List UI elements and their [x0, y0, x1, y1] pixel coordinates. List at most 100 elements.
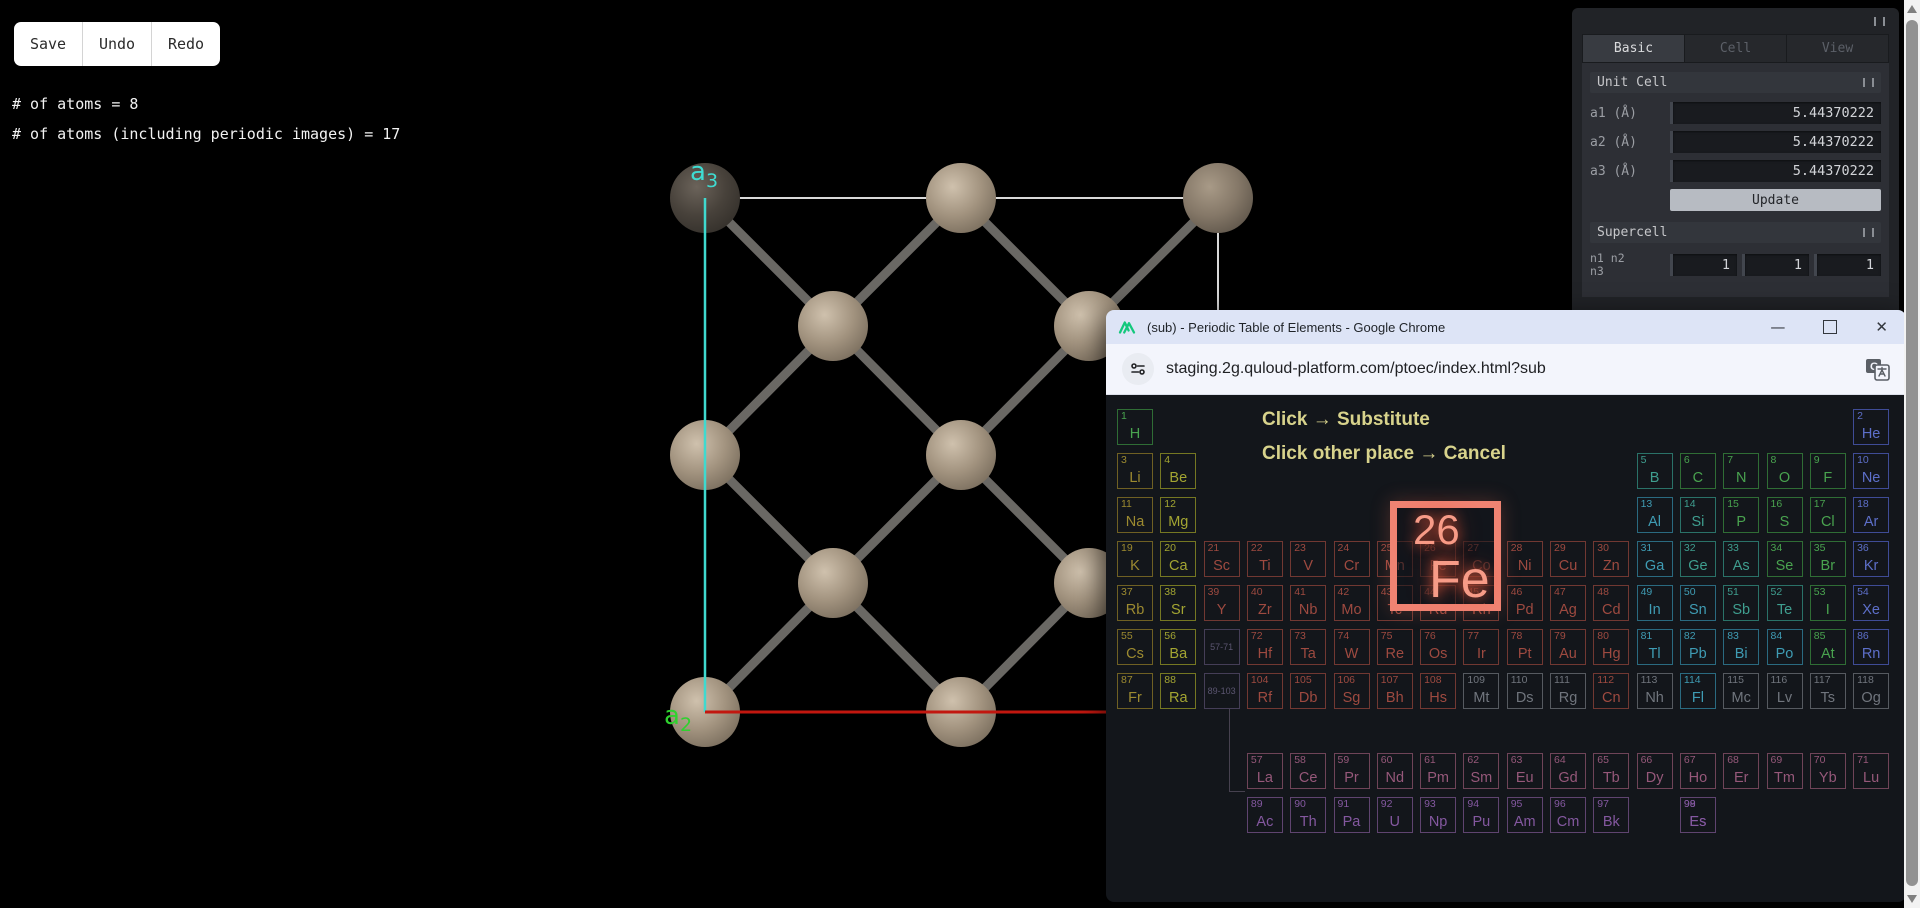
- element-Ac[interactable]: 89Ac: [1247, 797, 1283, 833]
- element-K[interactable]: 19K: [1117, 541, 1153, 577]
- element-Ba[interactable]: 56Ba: [1160, 629, 1196, 665]
- element-Ts[interactable]: 117Ts: [1810, 673, 1846, 709]
- element-Br[interactable]: 35Br: [1810, 541, 1846, 577]
- element-Zn[interactable]: 30Zn: [1593, 541, 1629, 577]
- element-At[interactable]: 85At: [1810, 629, 1846, 665]
- url-text[interactable]: staging.2g.quloud-platform.com/ptoec/ind…: [1166, 360, 1865, 378]
- element-Bh[interactable]: 107Bh: [1377, 673, 1413, 709]
- element-Es[interactable]: 99Es: [1680, 797, 1716, 833]
- element-Ca[interactable]: 20Ca: [1160, 541, 1196, 577]
- element-O[interactable]: 8O: [1767, 453, 1803, 489]
- element-Na[interactable]: 11Na: [1117, 497, 1153, 533]
- a2-input[interactable]: 5.44370222: [1670, 131, 1881, 153]
- atom-1[interactable]: [926, 163, 996, 233]
- page-scrollbar[interactable]: [1904, 0, 1920, 908]
- supercell-collapse-icon[interactable]: [1863, 228, 1874, 237]
- element-He[interactable]: 2He: [1853, 409, 1889, 445]
- element-W[interactable]: 74W: [1334, 629, 1370, 665]
- save-button[interactable]: Save: [14, 22, 82, 66]
- tab-cell[interactable]: Cell: [1685, 35, 1787, 62]
- element-U[interactable]: 92U: [1377, 797, 1413, 833]
- element-Rb[interactable]: 37Rb: [1117, 585, 1153, 621]
- n1-input[interactable]: 1: [1670, 254, 1737, 276]
- selected-element-box[interactable]: 26 Fe: [1390, 501, 1501, 611]
- element-Sm[interactable]: 62Sm: [1463, 753, 1499, 789]
- element-Nh[interactable]: 113Nh: [1637, 673, 1673, 709]
- element-Al[interactable]: 13Al: [1637, 497, 1673, 533]
- element-Ge[interactable]: 32Ge: [1680, 541, 1716, 577]
- element-Pm[interactable]: 61Pm: [1420, 753, 1456, 789]
- n3-input[interactable]: 1: [1814, 254, 1881, 276]
- atom-2[interactable]: [1183, 163, 1253, 233]
- atom-3[interactable]: [798, 291, 868, 361]
- element-Sc[interactable]: 21Sc: [1204, 541, 1240, 577]
- element-Ti[interactable]: 22Ti: [1247, 541, 1283, 577]
- element-Sr[interactable]: 38Sr: [1160, 585, 1196, 621]
- element-In[interactable]: 49In: [1637, 585, 1673, 621]
- element-Ni[interactable]: 28Ni: [1507, 541, 1543, 577]
- element-Ag[interactable]: 47Ag: [1550, 585, 1586, 621]
- element-Cr[interactable]: 24Cr: [1334, 541, 1370, 577]
- element-Li[interactable]: 3Li: [1117, 453, 1153, 489]
- element-Pa[interactable]: 91Pa: [1334, 797, 1370, 833]
- a3-input[interactable]: 5.44370222: [1670, 160, 1881, 182]
- element-Cu[interactable]: 29Cu: [1550, 541, 1586, 577]
- redo-button[interactable]: Redo: [151, 22, 220, 66]
- element-Mt[interactable]: 109Mt: [1463, 673, 1499, 709]
- element-N[interactable]: 7N: [1723, 453, 1759, 489]
- element-La[interactable]: 57La: [1247, 753, 1283, 789]
- element-Po[interactable]: 84Po: [1767, 629, 1803, 665]
- element-Be[interactable]: 4Be: [1160, 453, 1196, 489]
- element-Bk[interactable]: 97Bk: [1593, 797, 1629, 833]
- element-V[interactable]: 23V: [1290, 541, 1326, 577]
- maximize-button[interactable]: [1823, 320, 1837, 334]
- element-Er[interactable]: 68Er: [1723, 753, 1759, 789]
- element-Pr[interactable]: 59Pr: [1334, 753, 1370, 789]
- element-Hf[interactable]: 72Hf: [1247, 629, 1283, 665]
- element-Ga[interactable]: 31Ga: [1637, 541, 1673, 577]
- element-Pu[interactable]: 94Pu: [1463, 797, 1499, 833]
- element-Sn[interactable]: 50Sn: [1680, 585, 1716, 621]
- element-Pd[interactable]: 46Pd: [1507, 585, 1543, 621]
- element-Tb[interactable]: 65Tb: [1593, 753, 1629, 789]
- element-Cs[interactable]: 55Cs: [1117, 629, 1153, 665]
- element-Eu[interactable]: 63Eu: [1507, 753, 1543, 789]
- close-button[interactable]: ✕: [1875, 320, 1888, 335]
- element-Mg[interactable]: 12Mg: [1160, 497, 1196, 533]
- element-Os[interactable]: 76Os: [1420, 629, 1456, 665]
- unit-cell-collapse-icon[interactable]: [1863, 78, 1874, 87]
- undo-button[interactable]: Undo: [82, 22, 151, 66]
- element-I[interactable]: 53I: [1810, 585, 1846, 621]
- element-Hg[interactable]: 80Hg: [1593, 629, 1629, 665]
- element-Ta[interactable]: 73Ta: [1290, 629, 1326, 665]
- scrollbar-thumb[interactable]: [1906, 20, 1918, 886]
- element-Th[interactable]: 90Th: [1290, 797, 1326, 833]
- element-Sg[interactable]: 106Sg: [1334, 673, 1370, 709]
- element-Re[interactable]: 75Re: [1377, 629, 1413, 665]
- element-Xe[interactable]: 54Xe: [1853, 585, 1889, 621]
- element-Y[interactable]: 39Y: [1204, 585, 1240, 621]
- element-Zr[interactable]: 40Zr: [1247, 585, 1283, 621]
- element-Sb[interactable]: 51Sb: [1723, 585, 1759, 621]
- element-Db[interactable]: 105Db: [1290, 673, 1326, 709]
- element-H[interactable]: 1H: [1117, 409, 1153, 445]
- element-Mc[interactable]: 115Mc: [1723, 673, 1759, 709]
- update-button[interactable]: Update: [1670, 189, 1881, 211]
- element-Tl[interactable]: 81Tl: [1637, 629, 1673, 665]
- element-Og[interactable]: 118Og: [1853, 673, 1889, 709]
- element-Kr[interactable]: 36Kr: [1853, 541, 1889, 577]
- element-Rg[interactable]: 111Rg: [1550, 673, 1586, 709]
- element-Cd[interactable]: 48Cd: [1593, 585, 1629, 621]
- element-C[interactable]: 6C: [1680, 453, 1716, 489]
- element-Nb[interactable]: 41Nb: [1290, 585, 1326, 621]
- element-Ne[interactable]: 10Ne: [1853, 453, 1889, 489]
- element-Hs[interactable]: 108Hs: [1420, 673, 1456, 709]
- element-Bi[interactable]: 83Bi: [1723, 629, 1759, 665]
- element-Tm[interactable]: 69Tm: [1767, 753, 1803, 789]
- element-Lu[interactable]: 71Lu: [1853, 753, 1889, 789]
- translate-icon[interactable]: G: [1865, 358, 1890, 381]
- element-Rn[interactable]: 86Rn: [1853, 629, 1889, 665]
- atom-6[interactable]: [926, 420, 996, 490]
- scrollbar-down-arrow-icon[interactable]: [1907, 895, 1917, 903]
- tab-view[interactable]: View: [1787, 35, 1888, 62]
